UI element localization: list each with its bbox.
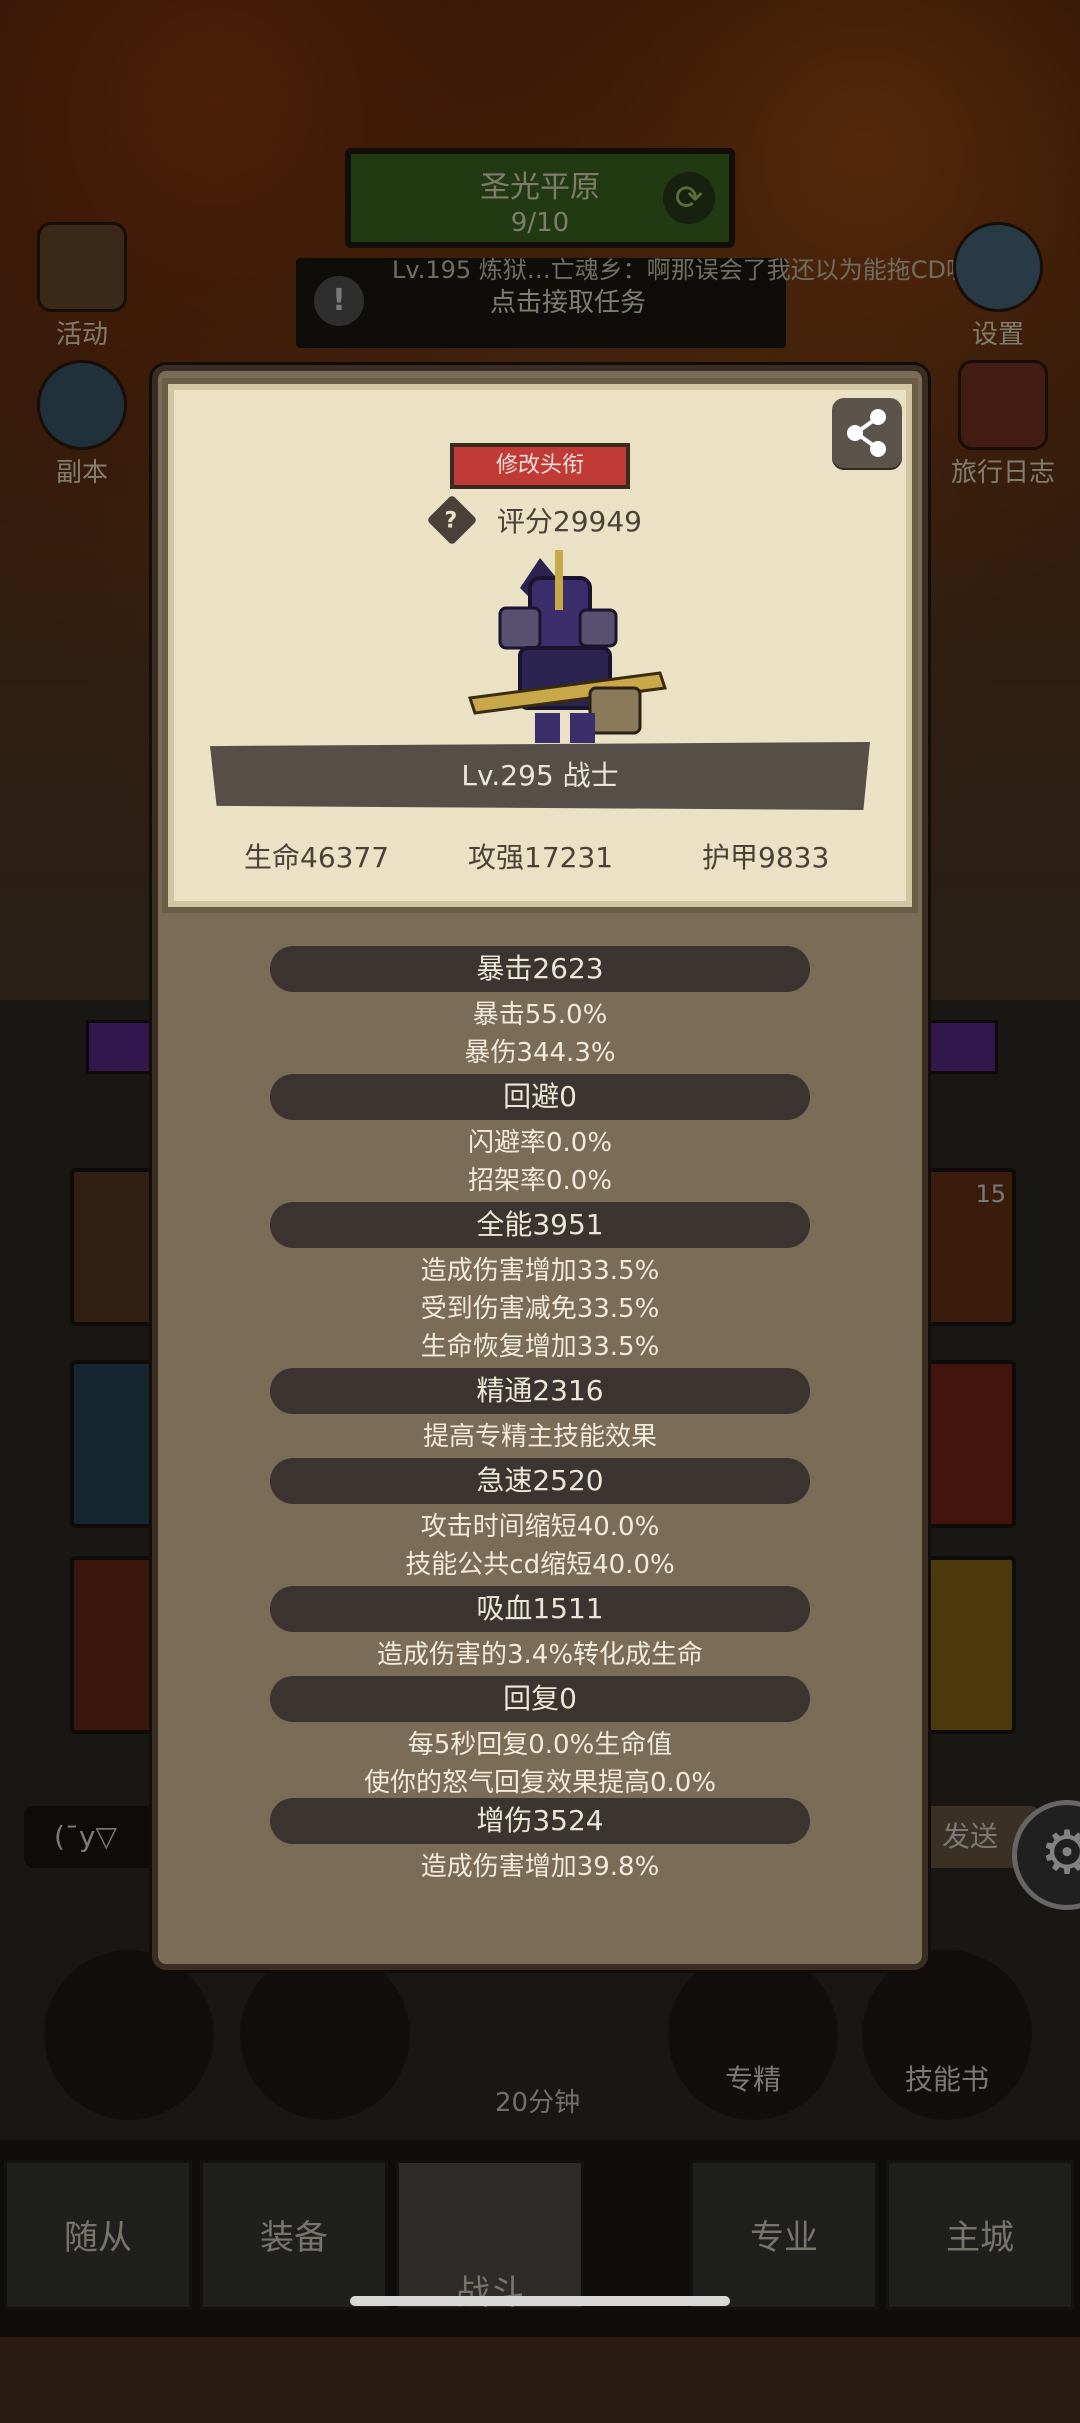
vers-damage: 造成伤害增加33.5% [420, 1256, 660, 1286]
warrior-avatar [468, 550, 667, 743]
home-indicator[interactable] [350, 2296, 730, 2306]
parry-rate: 招架率0.0% [467, 1166, 613, 1196]
hp-stat: 生命46377 [244, 841, 390, 874]
vers-healing: 生命恢复增加33.5% [420, 1332, 660, 1362]
crit-header: 暴击2623 [270, 946, 810, 992]
crit-rate: 暴击55.0% [472, 1000, 608, 1030]
level-class-bar: Lv.295 战士 [210, 742, 870, 810]
crit-damage: 暴伤344.3% [464, 1038, 616, 1068]
score-row: ? 评分29949 [426, 494, 642, 546]
vers-reduction: 受到伤害减免33.5% [420, 1294, 660, 1324]
regen-header: 回复0 [270, 1676, 810, 1722]
leech-effect: 造成伤害的3.4%转化成生命 [376, 1640, 704, 1670]
help-icon[interactable]: ? [426, 494, 478, 546]
attack-stat: 攻强17231 [468, 841, 614, 874]
damage-bonus-effect: 造成伤害增加39.8% [420, 1852, 660, 1882]
edit-title-button[interactable]: 修改头衔 [450, 443, 630, 489]
mastery-effect: 提高专精主技能效果 [422, 1422, 657, 1452]
mastery-header: 精通2316 [270, 1368, 810, 1414]
regen-rage: 使你的怒气回复效果提高0.0% [363, 1768, 717, 1798]
leech-header: 吸血1511 [270, 1586, 810, 1632]
share-button[interactable] [832, 398, 902, 468]
dodge-header: 回避0 [270, 1074, 810, 1120]
regen-hp: 每5秒回复0.0%生命值 [407, 1730, 673, 1760]
score-value: 评分29949 [496, 505, 642, 538]
dodge-rate: 闪避率0.0% [467, 1128, 613, 1158]
share-icon [847, 409, 886, 457]
damage-bonus-header: 增伤3524 [270, 1798, 810, 1844]
haste-header: 急速2520 [270, 1458, 810, 1504]
armor-stat: 护甲9833 [702, 841, 830, 874]
haste-attack: 攻击时间缩短40.0% [420, 1512, 660, 1542]
haste-gcd: 技能公共cd缩短40.0% [405, 1550, 675, 1580]
versatility-header: 全能3951 [270, 1202, 810, 1248]
